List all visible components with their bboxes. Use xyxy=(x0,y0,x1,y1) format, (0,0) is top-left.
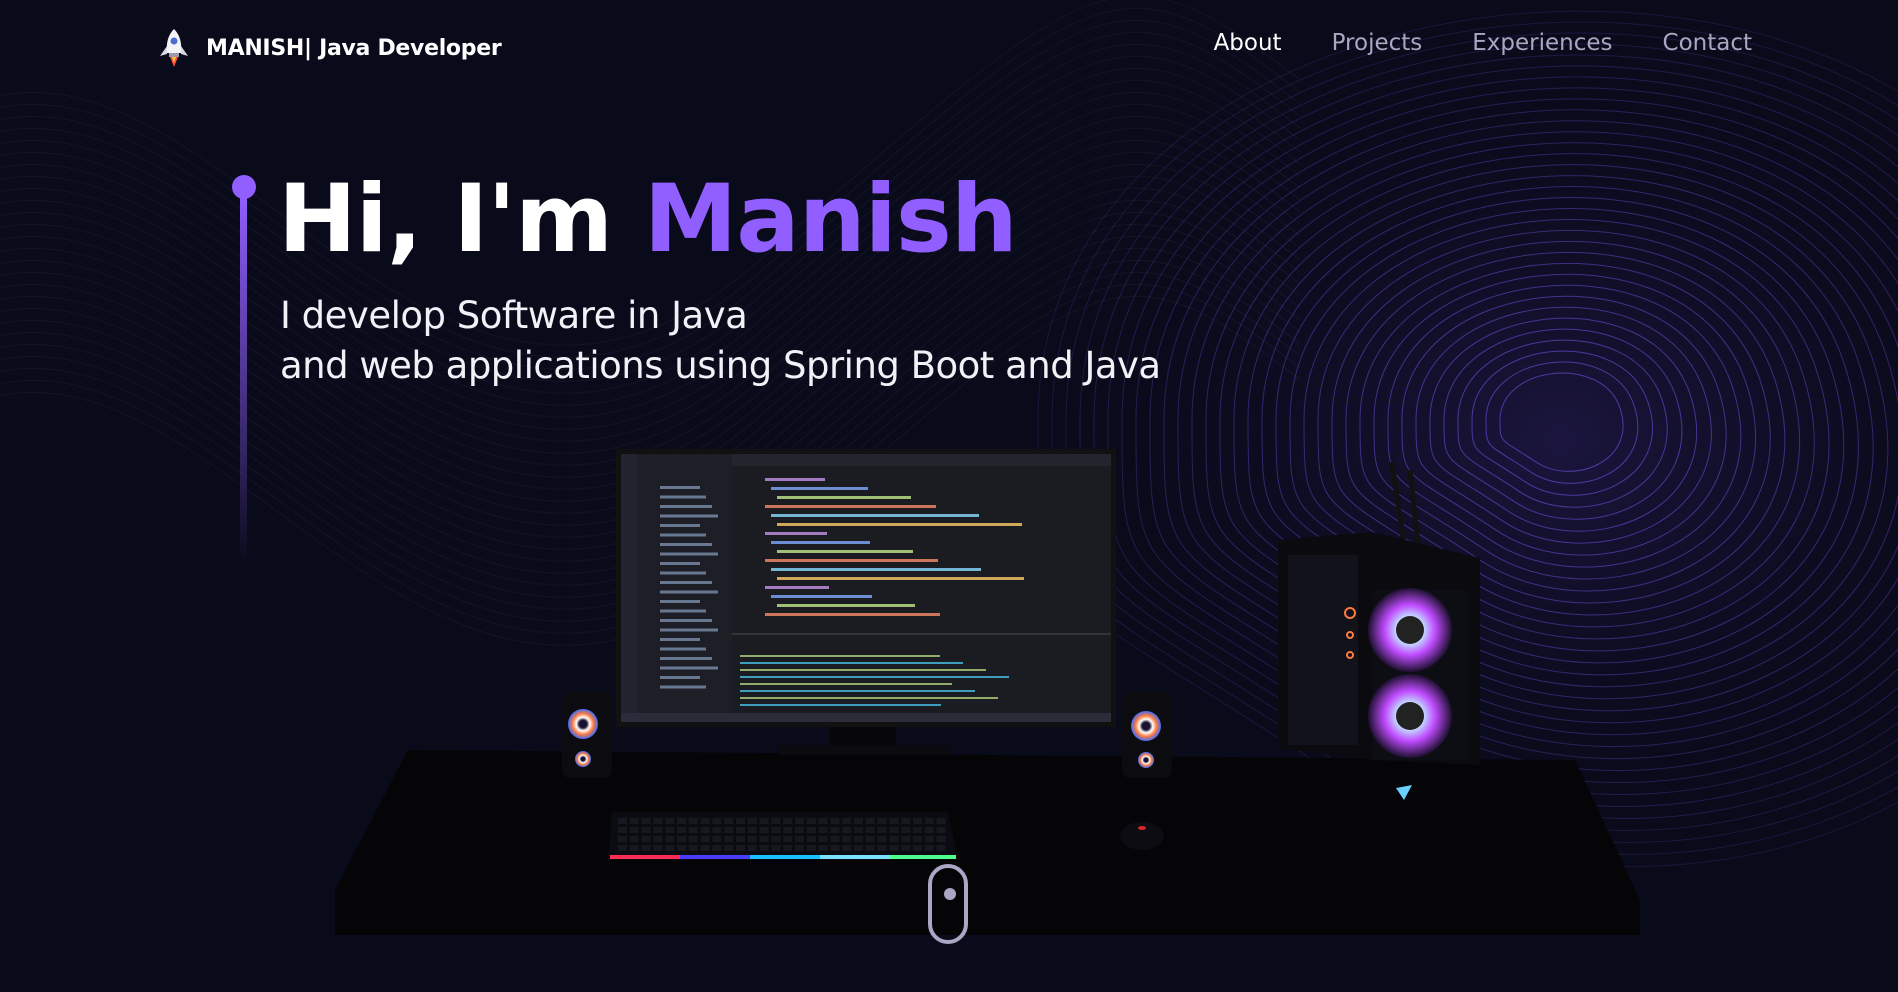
monitor xyxy=(616,449,1116,727)
right-speaker xyxy=(1122,692,1172,778)
pc-case xyxy=(1278,461,1480,800)
mouse-scroll-icon[interactable] xyxy=(928,864,968,944)
scroll-dot xyxy=(944,888,956,900)
left-speaker xyxy=(562,692,612,778)
keyboard xyxy=(608,812,958,860)
desk xyxy=(335,750,1640,935)
desk-setup-3d-canvas[interactable] xyxy=(0,0,1898,992)
